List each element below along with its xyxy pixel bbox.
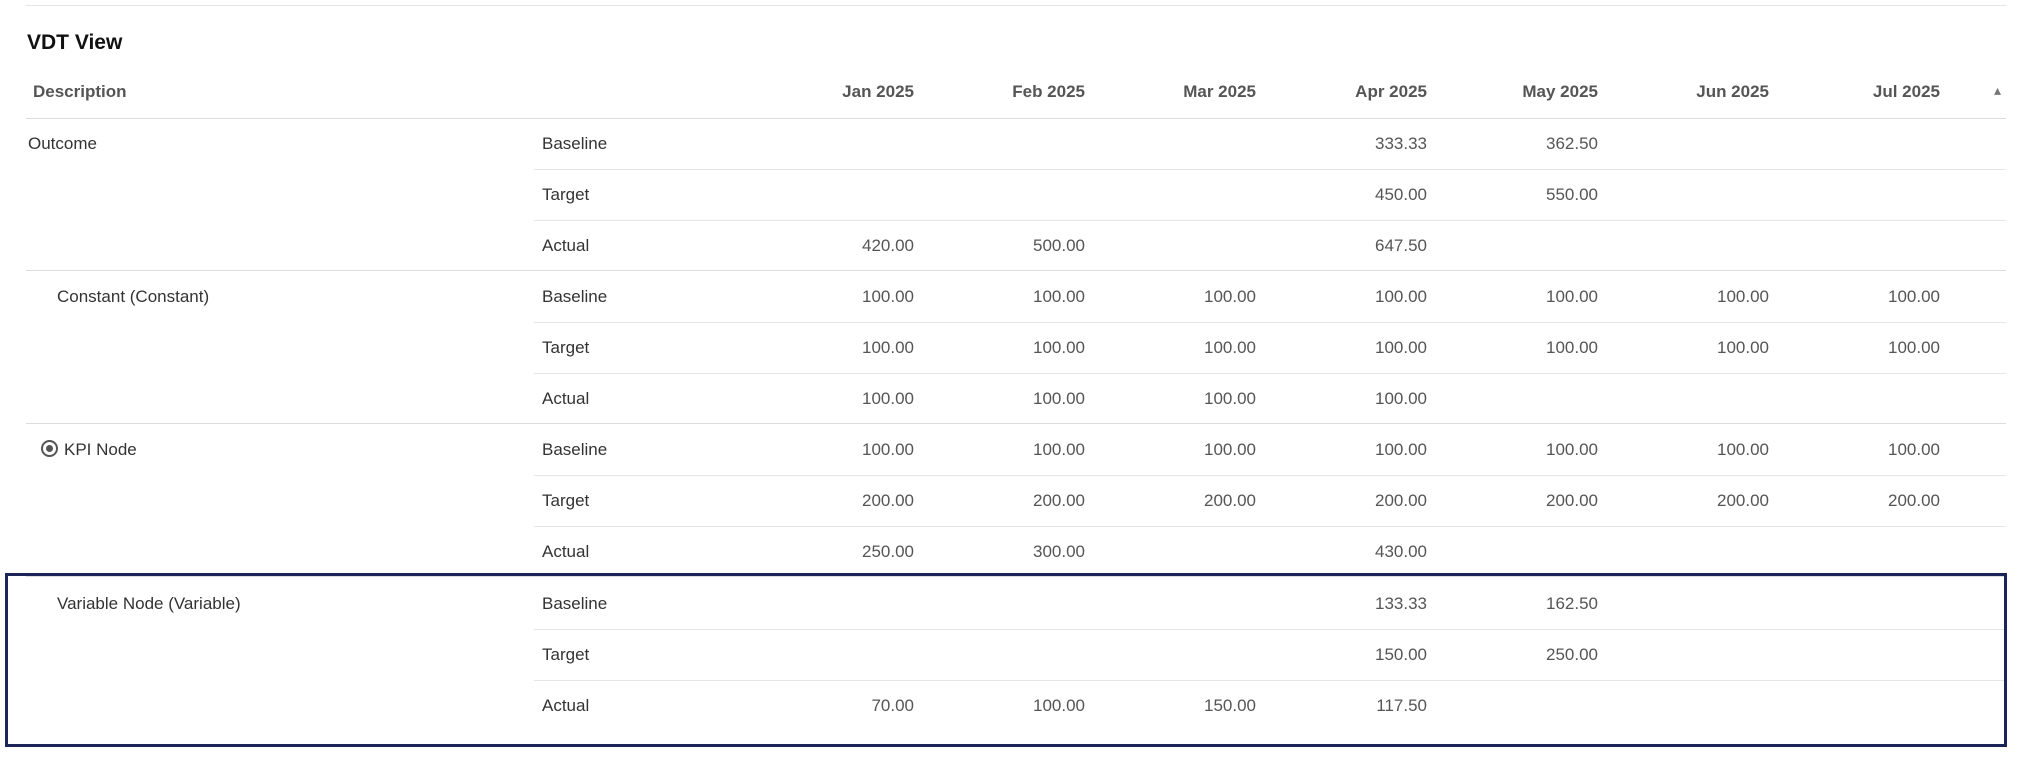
cell-value: 100.00 [862,389,914,408]
cell-value: 550.00 [1546,185,1598,204]
cell-value: 100.00 [862,338,914,357]
cell-value: 100.00 [1546,338,1598,357]
cell-value: 100.00 [1375,338,1427,357]
table-row: Baseline 333.33 362.50 [534,118,2006,170]
vdt-view-panel: VDT View Description Jan 2025 Feb 2025 M… [0,0,2020,762]
metric-label: Baseline [542,287,608,306]
cell-value: 200.00 [1375,491,1427,510]
target-icon [41,440,58,457]
month-header-mar: Mar 2025 [1183,82,1256,101]
metric-label: Target [542,185,590,204]
cell-value: 100.00 [862,440,914,459]
group-label: Constant (Constant) [57,287,210,306]
group-outcome: Outcome Baseline 333.33 362.50 Target 45… [26,118,2006,271]
month-header-jul: Jul 2025 [1872,82,1940,101]
cell-value: 100.00 [1546,287,1598,306]
cell-value: 100.00 [1204,389,1256,408]
metric-label: Actual [542,542,590,561]
group-label: KPI Node [64,440,137,459]
cell-value: 200.00 [862,491,914,510]
cell-value: 100.00 [1888,440,1940,459]
overflow-arrow-icon: ▴ [1994,82,2002,98]
page-title: VDT View [27,31,123,54]
cell-value: 362.50 [1546,134,1598,153]
month-header-apr: Apr 2025 [1355,82,1427,101]
cell-value: 100.00 [1033,696,1085,715]
cell-value: 333.33 [1375,134,1427,153]
cell-value: 200.00 [1717,491,1769,510]
metric-label: Target [542,338,590,357]
metric-label: Baseline [542,134,608,153]
cell-value: 100.00 [1717,440,1769,459]
cell-value: 430.00 [1375,542,1427,561]
table-row: Baseline 100.00 100.00 100.00 100.00 100… [534,424,2006,476]
cell-value: 200.00 [1033,491,1085,510]
cell-value: 100.00 [1375,440,1427,459]
table-row: Baseline 100.00 100.00 100.00 100.00 100… [534,271,2006,323]
cell-value: 162.50 [1546,594,1598,613]
table-row: Target 150.00 250.00 [534,629,2006,681]
group-label: Variable Node (Variable) [57,594,241,613]
metric-label: Actual [542,389,590,408]
cell-value: 100.00 [1033,440,1085,459]
cell-value: 647.50 [1375,236,1427,255]
cell-value: 100.00 [1375,287,1427,306]
month-header-feb: Feb 2025 [1012,82,1085,101]
cell-value: 70.00 [871,696,914,715]
table-row: Target 450.00 550.00 [534,169,2006,221]
month-header-jun: Jun 2025 [1696,82,1769,101]
cell-value: 150.00 [1204,696,1256,715]
cell-value: 100.00 [1375,389,1427,408]
group-label-wrapper: KPI Node [41,440,137,460]
month-header-may: May 2025 [1522,82,1598,101]
cell-value: 100.00 [1717,338,1769,357]
top-divider [26,5,2006,6]
cell-value: 100.00 [1888,287,1940,306]
cell-value: 100.00 [1033,338,1085,357]
cell-value: 100.00 [1204,287,1256,306]
cell-value: 300.00 [1033,542,1085,561]
cell-value: 500.00 [1033,236,1085,255]
metric-label: Target [542,491,590,510]
table-header: Description Jan 2025 Feb 2025 Mar 2025 A… [26,78,2006,119]
metric-label: Baseline [542,594,608,613]
cell-value: 200.00 [1546,491,1598,510]
metric-label: Actual [542,696,590,715]
description-header: Description [33,82,127,101]
table-row: Actual 250.00 300.00 430.00 [534,526,2006,577]
cell-value: 150.00 [1375,645,1427,664]
cell-value: 200.00 [1888,491,1940,510]
cell-value: 117.50 [1376,696,1427,715]
group-constant: Constant (Constant) Baseline 100.00 100.… [26,271,2006,424]
table-row: Actual 100.00 100.00 100.00 100.00 [534,373,2006,424]
group-kpi-node: KPI Node Baseline 100.00 100.00 100.00 1… [26,424,2006,577]
table-row: Actual 420.00 500.00 647.50 [534,220,2006,271]
cell-value: 100.00 [1717,287,1769,306]
table-row: Baseline 133.33 162.50 [534,578,2006,630]
cell-value: 250.00 [1546,645,1598,664]
month-header-jan: Jan 2025 [842,82,914,101]
cell-value: 133.33 [1375,594,1427,613]
metric-label: Actual [542,236,590,255]
table-row: Target 100.00 100.00 100.00 100.00 100.0… [534,322,2006,374]
table-row: Target 200.00 200.00 200.00 200.00 200.0… [534,475,2006,527]
cell-value: 450.00 [1375,185,1427,204]
metric-label: Target [542,645,590,664]
group-label: Outcome [28,134,97,153]
cell-value: 250.00 [862,542,914,561]
cell-value: 100.00 [1204,338,1256,357]
cell-value: 420.00 [862,236,914,255]
cell-value: 100.00 [1204,440,1256,459]
metric-label: Baseline [542,440,608,459]
cell-value: 100.00 [1033,389,1085,408]
cell-value: 100.00 [1888,338,1940,357]
cell-value: 100.00 [1033,287,1085,306]
cell-value: 100.00 [1546,440,1598,459]
cell-value: 100.00 [862,287,914,306]
table-row: Actual 70.00 100.00 150.00 117.50 [534,680,2006,731]
cell-value: 200.00 [1204,491,1256,510]
group-variable-node: Variable Node (Variable) Baseline 133.33… [26,578,2006,730]
